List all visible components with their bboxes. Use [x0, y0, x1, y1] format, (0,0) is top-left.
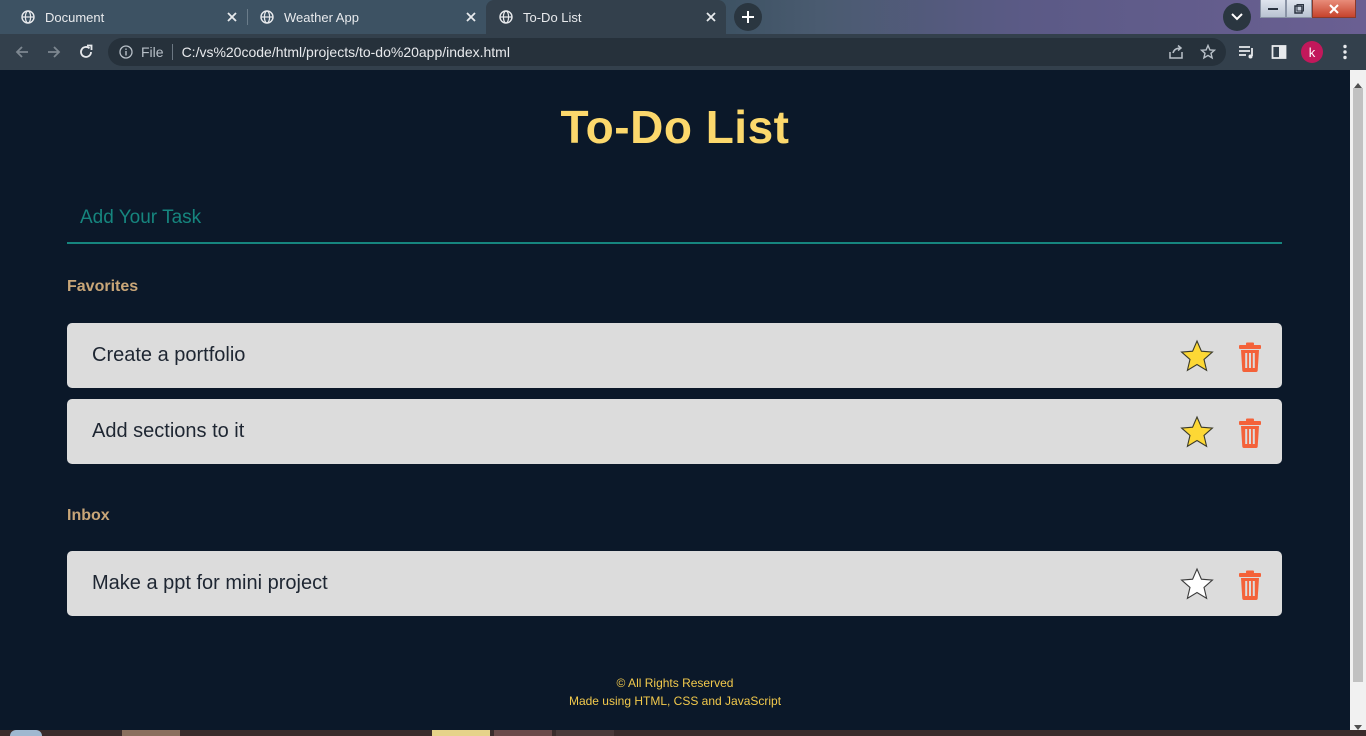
close-window-button[interactable]	[1312, 0, 1356, 18]
scrollbar-thumb[interactable]	[1353, 88, 1363, 682]
tab-document[interactable]: Document	[0, 0, 247, 34]
globe-icon	[260, 10, 274, 24]
chevron-down-icon	[1231, 13, 1243, 21]
add-task-input[interactable]	[67, 194, 1282, 244]
profile-avatar[interactable]: k	[1301, 41, 1323, 63]
page-title: To-Do List	[560, 101, 790, 153]
section-label-favorites: Favorites	[67, 278, 139, 295]
tab-strip: Document Weather App To-Do List	[0, 0, 1366, 34]
tab-weather-app[interactable]: Weather App	[248, 0, 486, 34]
share-icon[interactable]	[1166, 42, 1186, 62]
info-icon[interactable]	[119, 45, 133, 59]
section-label-inbox: Inbox	[67, 507, 110, 524]
reload-icon[interactable]	[76, 42, 96, 62]
forward-icon[interactable]	[44, 42, 64, 62]
task-text: Make a ppt for mini project	[92, 572, 328, 594]
tab-search-button[interactable]	[1223, 3, 1251, 31]
star-icon[interactable]	[1198, 42, 1218, 62]
task-card: Add sections to it	[67, 399, 1282, 464]
start-button[interactable]	[10, 730, 42, 736]
delete-trash-icon[interactable]	[1238, 418, 1262, 448]
browser-toolbar: File C:/vs%20code/html/projects/to-do%20…	[0, 34, 1366, 70]
tab-title: Document	[45, 9, 105, 25]
scroll-down-arrow-icon[interactable]	[1354, 718, 1362, 730]
close-icon[interactable]	[704, 10, 718, 24]
globe-icon	[499, 10, 513, 24]
minimize-button[interactable]	[1260, 0, 1286, 18]
side-panel-icon[interactable]	[1269, 42, 1289, 62]
favorite-star-icon[interactable]	[1180, 415, 1214, 449]
tab-title: To-Do List	[523, 9, 582, 25]
page-footer: © All Rights Reserved Made using HTML, C…	[0, 674, 1350, 710]
scroll-up-arrow-icon[interactable]	[1354, 75, 1362, 88]
omnibox-separator	[171, 44, 173, 60]
tab-title: Weather App	[284, 9, 359, 25]
tab-to-do-list[interactable]: To-Do List	[486, 0, 726, 34]
footer-copyright: © All Rights Reserved	[616, 676, 734, 690]
scheme-label: File	[141, 44, 164, 60]
task-text: Create a portfolio	[92, 344, 246, 366]
delete-trash-icon[interactable]	[1238, 570, 1262, 600]
back-icon[interactable]	[12, 42, 32, 62]
new-tab-button[interactable]	[734, 3, 762, 31]
taskbar-app[interactable]	[432, 730, 490, 736]
window-controls	[1260, 0, 1356, 20]
maximize-button[interactable]	[1286, 0, 1312, 18]
footer-credits: Made using HTML, CSS and JavaScript	[568, 694, 782, 708]
taskbar-app[interactable]	[122, 730, 180, 736]
task-card: Make a ppt for mini project	[67, 551, 1282, 616]
task-card: Create a portfolio	[67, 323, 1282, 388]
reading-list-icon[interactable]	[1237, 42, 1257, 62]
os-taskbar	[0, 730, 1366, 736]
page-scrollbar[interactable]	[1350, 70, 1366, 730]
taskbar-app[interactable]	[556, 730, 614, 736]
address-bar[interactable]: File C:/vs%20code/html/projects/to-do%20…	[108, 38, 1226, 66]
favorite-star-outline-icon[interactable]	[1180, 567, 1214, 601]
page-content: To-Do List Favorites Create a portfolio …	[0, 70, 1350, 730]
globe-icon	[21, 10, 35, 24]
delete-trash-icon[interactable]	[1238, 342, 1262, 372]
favorite-star-icon[interactable]	[1180, 339, 1214, 373]
close-icon[interactable]	[225, 10, 239, 24]
more-icon[interactable]	[1335, 42, 1355, 62]
taskbar-app[interactable]	[494, 730, 552, 736]
close-icon[interactable]	[464, 10, 478, 24]
task-text: Add sections to it	[92, 420, 245, 442]
plus-icon	[741, 10, 755, 24]
url-text[interactable]: C:/vs%20code/html/projects/to-do%20app/i…	[182, 44, 510, 60]
